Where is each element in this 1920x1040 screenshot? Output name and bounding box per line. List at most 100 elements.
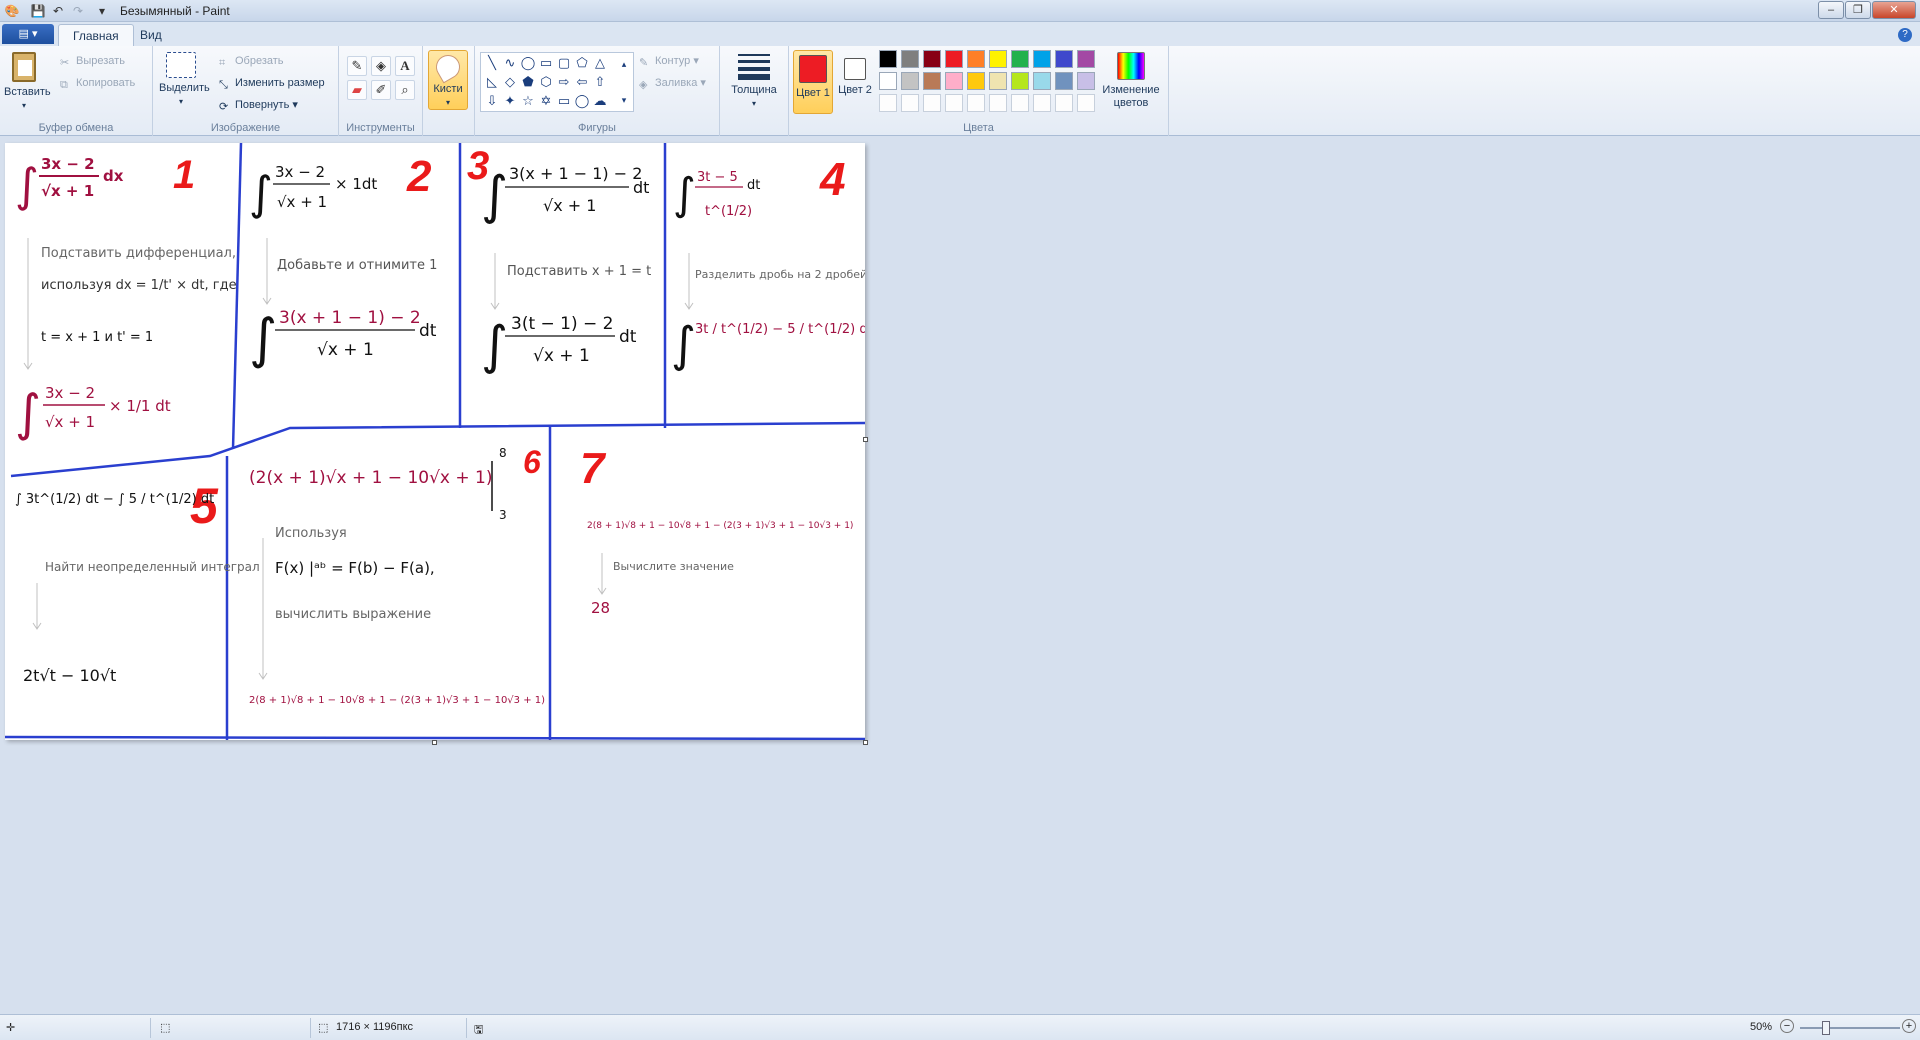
pentagon-shape-icon[interactable]: ⬟ — [519, 73, 537, 91]
palette-swatch[interactable] — [1033, 50, 1051, 68]
left-arrow-shape-icon[interactable]: ⇦ — [573, 73, 591, 91]
undo-icon[interactable]: ↶ — [50, 3, 66, 19]
copy-button[interactable]: ⧉ Копировать — [60, 74, 135, 92]
palette-swatch[interactable] — [989, 50, 1007, 68]
color1-button[interactable]: Цвет 1 — [793, 50, 833, 114]
custom-color-slot[interactable] — [923, 94, 941, 112]
palette-swatch[interactable] — [967, 50, 985, 68]
palette-swatch[interactable] — [1011, 72, 1029, 90]
up-arrow-shape-icon[interactable]: ⇧ — [591, 73, 609, 91]
select-button[interactable]: Выделить ▾ — [159, 52, 210, 108]
custom-color-slot[interactable] — [1077, 94, 1095, 112]
five-point-star-icon[interactable]: ☆ — [519, 92, 537, 110]
palette-swatch[interactable] — [1055, 72, 1073, 90]
crop-button[interactable]: ⌗ Обрезать — [219, 52, 284, 70]
right-arrow-shape-icon[interactable]: ⇨ — [555, 73, 573, 91]
pencil-icon[interactable]: ✎ — [347, 56, 367, 76]
palette-swatch[interactable] — [989, 72, 1007, 90]
outline-button[interactable]: ✎ Контур ▾ — [639, 52, 699, 70]
callout-rect-icon[interactable]: ▭ — [555, 92, 573, 110]
customize-quick-access-icon[interactable]: ▾ — [94, 3, 110, 19]
edit-colors-label: Изменение цветов — [1102, 84, 1160, 109]
right-triangle-shape-icon[interactable]: ◺ — [483, 73, 501, 91]
palette-swatch[interactable] — [1077, 50, 1095, 68]
oval-shape-icon[interactable]: ◯ — [519, 54, 537, 72]
palette-swatch[interactable] — [901, 72, 919, 90]
custom-color-slot[interactable] — [1055, 94, 1073, 112]
outline-label: Контур — [655, 55, 691, 67]
palette-swatch[interactable] — [967, 72, 985, 90]
step5-expression: ∫ 3t^(1/2) dt − ∫ 5 / t^(1/2) dt — [15, 492, 214, 507]
palette-swatch[interactable] — [879, 72, 897, 90]
save-icon[interactable]: 💾 — [30, 3, 46, 19]
palette-swatch[interactable] — [901, 50, 919, 68]
polygon-shape-icon[interactable]: ⬠ — [573, 54, 591, 72]
file-menu-button[interactable]: ▤ ▾ — [2, 24, 54, 44]
triangle-shape-icon[interactable]: △ — [591, 54, 609, 72]
redo-icon[interactable]: ↷ — [70, 3, 86, 19]
size-button[interactable]: Толщина ▾ — [726, 52, 782, 110]
svg-text:∫: ∫ — [671, 317, 696, 373]
hexagon-shape-icon[interactable]: ⬡ — [537, 73, 555, 91]
palette-swatch[interactable] — [1033, 72, 1051, 90]
palette-swatch[interactable] — [1077, 72, 1095, 90]
fill-bucket-icon[interactable]: ◈ — [371, 56, 391, 76]
tab-view[interactable]: Вид — [126, 24, 176, 46]
magnifier-icon[interactable]: ⌕ — [395, 80, 415, 100]
zoom-slider-thumb[interactable] — [1822, 1021, 1830, 1035]
canvas-resize-handle-bottom[interactable] — [432, 740, 437, 745]
rounded-rectangle-shape-icon[interactable]: ▢ — [555, 54, 573, 72]
fill-button[interactable]: ◈ Заливка ▾ — [639, 74, 706, 92]
eraser-icon[interactable]: ▰ — [347, 80, 367, 100]
custom-color-slot[interactable] — [945, 94, 963, 112]
rotate-button[interactable]: ⟳ Повернуть ▾ — [219, 96, 298, 114]
custom-color-slot[interactable] — [989, 94, 1007, 112]
palette-swatch[interactable] — [923, 50, 941, 68]
palette-swatch[interactable] — [945, 72, 963, 90]
tab-home[interactable]: Главная — [58, 24, 134, 46]
line-shape-icon[interactable]: ╲ — [483, 54, 501, 72]
rectangle-shape-icon[interactable]: ▭ — [537, 54, 555, 72]
maximize-button[interactable]: ❐ — [1845, 1, 1871, 19]
cut-button[interactable]: ✂ Вырезать — [60, 52, 125, 70]
brushes-button[interactable]: Кисти ▾ — [428, 50, 468, 110]
shapes-scroll-up-icon[interactable]: ▴ — [615, 55, 633, 73]
four-point-star-icon[interactable]: ✦ — [501, 92, 519, 110]
palette-swatch[interactable] — [1011, 50, 1029, 68]
palette-swatch[interactable] — [945, 50, 963, 68]
canvas-resize-handle-corner[interactable] — [863, 740, 868, 745]
rotate-label: Повернуть — [235, 99, 290, 111]
edit-colors-button[interactable]: Изменение цветов — [1099, 52, 1163, 110]
custom-color-slot[interactable] — [967, 94, 985, 112]
text-tool-icon[interactable]: A — [395, 56, 415, 76]
diamond-shape-icon[interactable]: ◇ — [501, 73, 519, 91]
drawing-canvas[interactable]: 1 2 3 4 5 6 7 ∫ 3x − 2 √x + 1 dx Подстав… — [5, 143, 865, 740]
shapes-gallery[interactable]: ╲ ∿ ◯ ▭ ▢ ⬠ △ ◺ ◇ ⬟ ⬡ ⇨ ⇦ ⇧ ⇩ ✦ ☆ ✡ ▭ ◯ — [480, 52, 634, 112]
resize-button[interactable]: ⤡ Изменить размер — [219, 74, 325, 92]
color2-button[interactable]: Цвет 2 — [837, 50, 873, 114]
zoom-slider[interactable] — [1800, 1027, 1900, 1029]
curve-shape-icon[interactable]: ∿ — [501, 54, 519, 72]
paint-app-icon[interactable]: 🎨 — [4, 3, 20, 19]
zoom-out-button[interactable]: − — [1780, 1019, 1794, 1033]
color-picker-icon[interactable]: ✐ — [371, 80, 391, 100]
canvas-resize-handle-right[interactable] — [863, 437, 868, 442]
shapes-expand-icon[interactable]: ▾ — [615, 91, 633, 109]
custom-color-slot[interactable] — [1011, 94, 1029, 112]
close-button[interactable]: ✕ — [1872, 1, 1916, 19]
custom-color-slot[interactable] — [901, 94, 919, 112]
cloud-callout-icon[interactable]: ☁ — [591, 92, 609, 110]
palette-swatch[interactable] — [923, 72, 941, 90]
zoom-in-button[interactable]: + — [1902, 1019, 1916, 1033]
custom-color-slot[interactable] — [879, 94, 897, 112]
step2-note: Добавьте и отнимите 1 — [277, 258, 437, 273]
paste-button[interactable]: Вставить ▾ — [4, 52, 51, 112]
custom-color-slot[interactable] — [1033, 94, 1051, 112]
six-point-star-icon[interactable]: ✡ — [537, 92, 555, 110]
help-icon[interactable]: ? — [1898, 28, 1912, 42]
callout-oval-icon[interactable]: ◯ — [573, 92, 591, 110]
palette-swatch[interactable] — [879, 50, 897, 68]
palette-swatch[interactable] — [1055, 50, 1073, 68]
down-arrow-shape-icon[interactable]: ⇩ — [483, 92, 501, 110]
minimize-button[interactable]: – — [1818, 1, 1844, 19]
